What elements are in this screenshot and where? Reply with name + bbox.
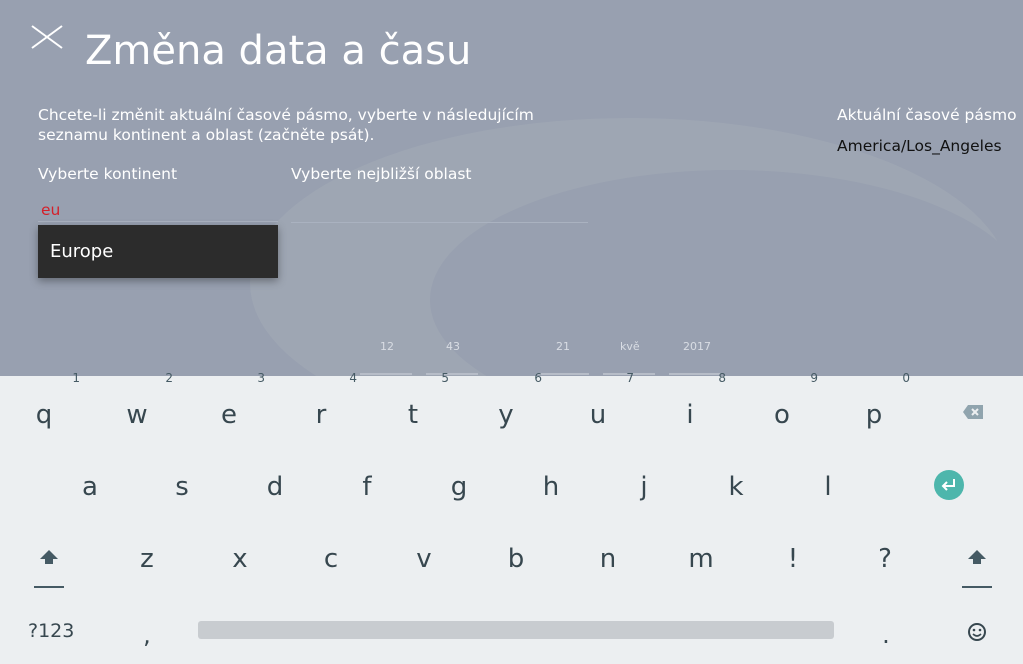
- key-b[interactable]: b: [486, 529, 546, 589]
- app-window: Změna data a času Chcete-li změnit aktuá…: [0, 0, 1023, 664]
- key-label: t: [407, 400, 419, 430]
- key-hint: 4: [349, 371, 357, 385]
- continent-label: Vyberte kontinent: [38, 165, 178, 183]
- key-h[interactable]: h: [521, 457, 581, 517]
- suggestion-item[interactable]: Europe: [38, 225, 278, 278]
- shift-icon[interactable]: [32, 546, 66, 588]
- on-screen-keyboard: q1 w2 e3 r4 t5 y6 u7 i8 o9 p0 a s d f g …: [0, 371, 1023, 664]
- current-timezone-value: America/Los_Angeles: [837, 137, 1002, 155]
- key-o[interactable]: o9: [752, 371, 818, 445]
- key-t[interactable]: t5: [383, 371, 449, 445]
- key-j[interactable]: j: [614, 457, 674, 517]
- key-k[interactable]: k: [706, 457, 766, 517]
- key-hint: 8: [718, 371, 726, 385]
- key-w[interactable]: w2: [107, 371, 173, 445]
- area-input[interactable]: [291, 198, 588, 223]
- key-g[interactable]: g: [429, 457, 489, 517]
- divider: [669, 373, 721, 375]
- key-hint: 5: [441, 371, 449, 385]
- key-hint: 3: [257, 371, 265, 385]
- key-s[interactable]: s: [152, 457, 212, 517]
- key-hint: 7: [626, 371, 634, 385]
- symbols-key[interactable]: ?123: [28, 620, 74, 642]
- divider: [537, 373, 589, 375]
- space-bar[interactable]: [198, 621, 834, 639]
- shift-icon[interactable]: [960, 546, 994, 588]
- key-i[interactable]: i8: [660, 371, 726, 445]
- current-timezone-label: Aktuální časové pásmo: [837, 106, 1017, 124]
- key-q[interactable]: q1: [14, 371, 80, 445]
- key-e[interactable]: e3: [199, 371, 265, 445]
- key-p[interactable]: p0: [844, 371, 910, 445]
- key-d[interactable]: d: [245, 457, 305, 517]
- key-hint: 6: [534, 371, 542, 385]
- key-period[interactable]: .: [856, 605, 916, 664]
- year-value: 2017: [683, 340, 711, 353]
- key-label: y: [498, 400, 514, 430]
- key-label: e: [221, 400, 237, 430]
- key-l[interactable]: l: [798, 457, 858, 517]
- key-exclamation[interactable]: !: [763, 529, 823, 589]
- continent-input[interactable]: eu: [38, 198, 278, 222]
- instructions-text: Chcete-li změnit aktuální časové pásmo, …: [38, 106, 534, 144]
- minute-value: 43: [446, 340, 460, 353]
- key-r[interactable]: r4: [291, 371, 357, 445]
- key-hint: 1: [72, 371, 80, 385]
- key-label: o: [774, 400, 790, 430]
- key-hint: 2: [165, 371, 173, 385]
- page-title: Změna data a času: [85, 28, 472, 74]
- key-question[interactable]: ?: [855, 529, 915, 589]
- key-u[interactable]: u7: [568, 371, 634, 445]
- key-label: q: [35, 400, 53, 430]
- key-label: u: [589, 400, 607, 430]
- key-v[interactable]: v: [394, 529, 454, 589]
- divider: [426, 373, 478, 375]
- key-label: p: [865, 400, 883, 430]
- key-label: w: [126, 400, 148, 430]
- key-label: i: [686, 400, 694, 430]
- key-hint: 0: [902, 371, 910, 385]
- divider: [360, 373, 412, 375]
- key-y[interactable]: y6: [476, 371, 542, 445]
- hour-value: 12: [380, 340, 394, 353]
- key-x[interactable]: x: [210, 529, 270, 589]
- emoji-icon[interactable]: [966, 621, 988, 643]
- key-c[interactable]: c: [301, 529, 361, 589]
- key-z[interactable]: z: [117, 529, 177, 589]
- key-label: r: [315, 400, 327, 430]
- day-value: 21: [556, 340, 570, 353]
- key-a[interactable]: a: [60, 457, 120, 517]
- enter-icon[interactable]: [934, 470, 964, 500]
- date-time-dialog: Změna data a času Chcete-li změnit aktuá…: [0, 0, 1023, 376]
- continent-suggestions: Europe: [38, 225, 278, 278]
- area-label: Vyberte nejbližší oblast: [291, 165, 472, 183]
- key-f[interactable]: f: [337, 457, 397, 517]
- key-hint: 9: [810, 371, 818, 385]
- key-comma[interactable]: ,: [117, 605, 177, 664]
- key-m[interactable]: m: [671, 529, 731, 589]
- key-n[interactable]: n: [578, 529, 638, 589]
- close-icon[interactable]: [30, 24, 64, 50]
- backspace-icon[interactable]: [962, 404, 984, 420]
- month-value: kvě: [620, 340, 640, 353]
